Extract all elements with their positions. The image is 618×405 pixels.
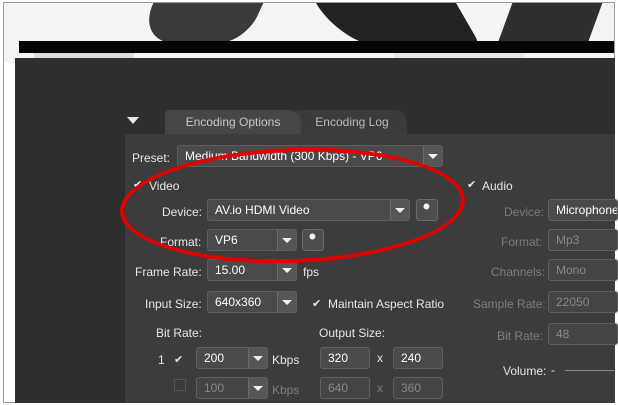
audio-label: Audio (482, 179, 513, 193)
preset-select[interactable]: Medium Bandwidth (300 Kbps) - VP6 (177, 145, 443, 167)
video-device-select[interactable]: AV.io HDMI Video (207, 199, 410, 221)
chevron-down-icon (248, 348, 267, 368)
audio-device-select[interactable]: Microphone (548, 199, 618, 221)
audio-sample-rate-label: Sample Rate: (473, 297, 546, 311)
chevron-down-icon (277, 260, 296, 280)
tab-encoding-options[interactable]: Encoding Options (165, 110, 301, 134)
video-checkbox[interactable]: ✔ (133, 178, 142, 191)
preview-black-bar (19, 41, 614, 53)
stream-index: 1 (158, 353, 165, 367)
video-format-select[interactable]: VP6 (207, 229, 297, 251)
output-size-label: Output Size: (319, 326, 386, 340)
video-device-label: Device: (162, 205, 203, 219)
input-size-select[interactable]: 640x360 (207, 291, 297, 313)
frame-rate-label: Frame Rate: (135, 265, 202, 279)
preview-shape (134, 3, 264, 43)
output-height-input[interactable]: 240 (393, 347, 443, 369)
volume-slider[interactable] (565, 370, 615, 371)
tab-encoding-log[interactable]: Encoding Log (297, 110, 407, 134)
wrench-icon (308, 233, 316, 245)
stream-2-bitrate-select[interactable]: 100 (196, 377, 268, 399)
audio-format-label: Format: (501, 235, 543, 249)
stream-2-checkbox[interactable] (174, 379, 186, 391)
video-format-settings-button[interactable] (302, 229, 324, 251)
video-bit-rate-label: Bit Rate: (156, 326, 203, 340)
times-symbol-2: x (377, 381, 383, 395)
preset-label: Preset: (132, 151, 171, 165)
audio-sample-rate-select[interactable]: 22050 (548, 291, 618, 313)
video-label: Video (149, 179, 180, 193)
output-width-input-2[interactable]: 640 (320, 377, 370, 399)
audio-channels-label: Channels: (491, 265, 546, 279)
video-preview-strip (4, 3, 614, 63)
audio-channels-select[interactable]: Mono (548, 259, 618, 281)
times-symbol: x (377, 351, 383, 365)
video-format-label: Format: (160, 235, 202, 249)
chevron-down-icon (277, 230, 296, 250)
encoder-app: Encoding Log Encoding Options Preset: Me… (15, 58, 618, 403)
video-device-settings-button[interactable] (416, 199, 438, 221)
chevron-down-icon (277, 292, 296, 312)
stream-1-bitrate-select[interactable]: 200 (196, 347, 268, 369)
chevron-down-icon (248, 378, 267, 398)
volume-label: Volume: (503, 364, 547, 378)
chevron-down-icon (390, 200, 409, 220)
chevron-down-icon (423, 146, 442, 166)
audio-bit-rate-label: Bit Rate: (497, 329, 544, 343)
kbps-unit-2: Kbps (272, 383, 300, 397)
stream-1-checkbox[interactable]: ✔ (174, 353, 183, 366)
maintain-aspect-label: Maintain Aspect Ratio (328, 297, 445, 311)
audio-bit-rate-select[interactable]: 48 (548, 323, 618, 345)
frame-rate-select[interactable]: 15.00 (207, 259, 297, 281)
output-height-input-2[interactable]: 360 (393, 377, 443, 399)
input-size-label: Input Size: (145, 297, 202, 311)
audio-device-label: Device: (504, 205, 545, 219)
audio-format-select[interactable]: Mp3 (548, 229, 618, 251)
collapse-triangle-icon[interactable] (127, 117, 139, 124)
output-width-input[interactable]: 320 (320, 347, 370, 369)
fps-unit: fps (303, 265, 320, 279)
audio-checkbox[interactable]: ✔ (467, 178, 476, 191)
volume-minus: - (551, 363, 555, 377)
kbps-unit: Kbps (272, 353, 300, 367)
maintain-aspect-checkbox[interactable]: ✔ (312, 297, 321, 310)
wrench-icon (422, 203, 430, 215)
